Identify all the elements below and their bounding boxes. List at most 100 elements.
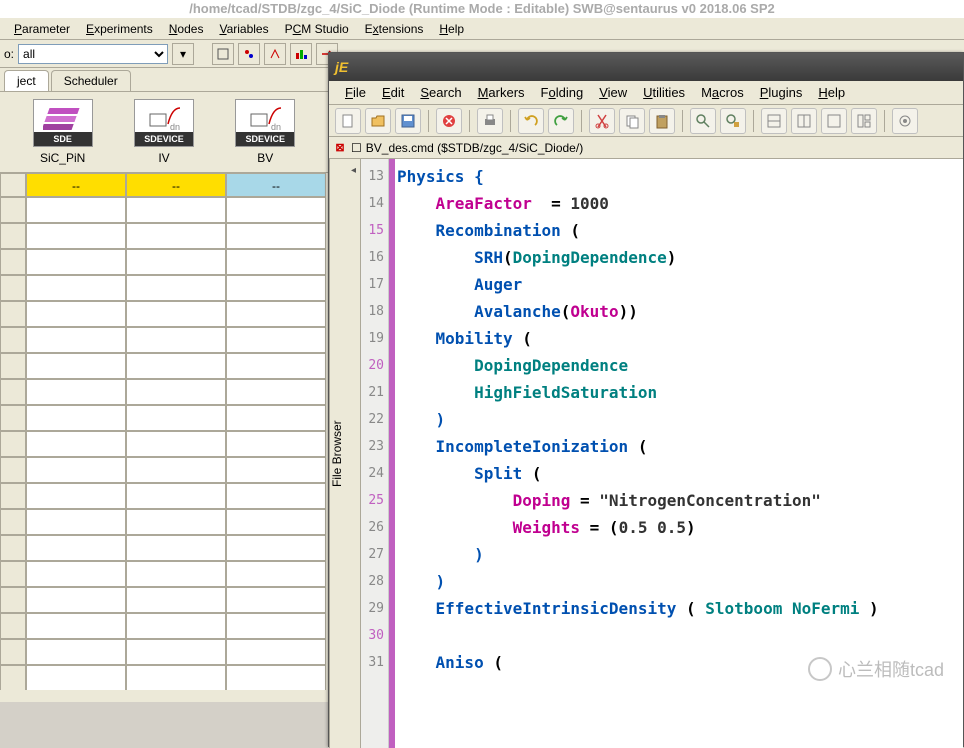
grid-cell[interactable] xyxy=(226,353,326,379)
table-row[interactable] xyxy=(0,223,328,249)
grid-cell[interactable] xyxy=(26,561,126,587)
grid-cell[interactable] xyxy=(0,587,26,613)
code-line[interactable]: Auger xyxy=(397,271,963,298)
grid-cell[interactable] xyxy=(26,327,126,353)
grid-cell[interactable] xyxy=(126,483,226,509)
code-line[interactable] xyxy=(397,622,963,649)
table-row[interactable] xyxy=(0,483,328,509)
undo-icon[interactable] xyxy=(518,108,544,134)
toolbar-btn-3[interactable] xyxy=(264,43,286,65)
grid-cell[interactable] xyxy=(226,535,326,561)
table-row[interactable] xyxy=(0,197,328,223)
grid-header-cell[interactable]: -- xyxy=(26,173,126,197)
grid-cell[interactable] xyxy=(0,301,26,327)
table-row[interactable] xyxy=(0,561,328,587)
grid-cell[interactable] xyxy=(226,613,326,639)
grid-cell[interactable] xyxy=(226,327,326,353)
toolbar-btn-1[interactable] xyxy=(212,43,234,65)
grid-cell[interactable] xyxy=(0,405,26,431)
grid-cell[interactable] xyxy=(26,275,126,301)
grid-cell[interactable] xyxy=(0,431,26,457)
editor-titlebar[interactable]: jE xyxy=(329,53,963,81)
code-line[interactable]: IncompleteIonization ( xyxy=(397,433,963,460)
grid-cell[interactable] xyxy=(226,223,326,249)
table-row[interactable] xyxy=(0,587,328,613)
grid-header-cell[interactable]: -- xyxy=(226,173,326,197)
grid-cell[interactable] xyxy=(226,483,326,509)
code-line[interactable]: Physics { xyxy=(397,163,963,190)
new-file-icon[interactable] xyxy=(335,108,361,134)
table-row[interactable] xyxy=(0,275,328,301)
file-browser-tab[interactable]: File Browser xyxy=(329,159,347,748)
menu-extensions[interactable]: Extensions xyxy=(357,20,432,37)
code-line[interactable]: Doping = "NitrogenConcentration" xyxy=(397,487,963,514)
editor-menu-edit[interactable]: Edit xyxy=(374,82,412,103)
grid-cell[interactable] xyxy=(26,613,126,639)
grid-cell[interactable] xyxy=(126,301,226,327)
close-file-icon[interactable]: ⊠ xyxy=(333,141,347,155)
file-name[interactable]: BV_des.cmd ($STDB/zgc_4/SiC_Diode/) xyxy=(366,141,583,155)
table-row[interactable] xyxy=(0,639,328,665)
code-line[interactable]: AreaFactor = 1000 xyxy=(397,190,963,217)
code-line[interactable]: Weights = (0.5 0.5) xyxy=(397,514,963,541)
table-row[interactable] xyxy=(0,535,328,561)
tab-scheduler[interactable]: Scheduler xyxy=(51,70,131,91)
menu-help[interactable]: Help xyxy=(431,20,472,37)
split-h-icon[interactable] xyxy=(761,108,787,134)
code-line[interactable]: DopingDependence xyxy=(397,352,963,379)
menu-variables[interactable]: Variables xyxy=(211,20,276,37)
collapse-arrow-icon[interactable]: ◂ xyxy=(347,159,361,748)
dropdown-button[interactable]: ▾ xyxy=(172,43,194,65)
table-row[interactable] xyxy=(0,457,328,483)
grid-cell[interactable] xyxy=(0,223,26,249)
grid-cell[interactable] xyxy=(126,561,226,587)
grid-cell[interactable] xyxy=(0,639,26,665)
grid-cell[interactable] xyxy=(226,457,326,483)
toolbar-btn-4[interactable] xyxy=(290,43,312,65)
grid-cell[interactable] xyxy=(126,457,226,483)
grid-cell[interactable] xyxy=(26,431,126,457)
grid-cell[interactable] xyxy=(0,327,26,353)
grid-cell[interactable] xyxy=(0,665,26,690)
grid-cell[interactable] xyxy=(26,457,126,483)
code-line[interactable]: Split ( xyxy=(397,460,963,487)
grid-cell[interactable] xyxy=(26,197,126,223)
grid-cell[interactable] xyxy=(126,249,226,275)
grid-cell[interactable] xyxy=(26,249,126,275)
menu-experiments[interactable]: Experiments xyxy=(78,20,161,37)
grid-cell[interactable] xyxy=(0,197,26,223)
grid-header-cell[interactable] xyxy=(0,173,26,197)
code-line[interactable]: EffectiveIntrinsicDensity ( Slotboom NoF… xyxy=(397,595,963,622)
grid-cell[interactable] xyxy=(126,639,226,665)
grid-cell[interactable] xyxy=(226,249,326,275)
grid-cell[interactable] xyxy=(226,275,326,301)
close-icon[interactable] xyxy=(436,108,462,134)
editor-menu-plugins[interactable]: Plugins xyxy=(752,82,811,103)
table-row[interactable] xyxy=(0,249,328,275)
grid-cell[interactable] xyxy=(126,431,226,457)
split-v-icon[interactable] xyxy=(791,108,817,134)
table-row[interactable] xyxy=(0,379,328,405)
grid-cell[interactable] xyxy=(26,665,126,690)
editor-menu-markers[interactable]: Markers xyxy=(470,82,533,103)
table-row[interactable] xyxy=(0,301,328,327)
editor-menu-file[interactable]: File xyxy=(337,82,374,103)
editor-menu-view[interactable]: View xyxy=(591,82,635,103)
grid-cell[interactable] xyxy=(0,535,26,561)
open-file-icon[interactable] xyxy=(365,108,391,134)
toolbar-btn-2[interactable] xyxy=(238,43,260,65)
grid-cell[interactable] xyxy=(226,431,326,457)
table-row[interactable] xyxy=(0,405,328,431)
redo-icon[interactable] xyxy=(548,108,574,134)
find-replace-icon[interactable] xyxy=(720,108,746,134)
print-icon[interactable] xyxy=(477,108,503,134)
grid-cell[interactable] xyxy=(226,639,326,665)
editor-menu-search[interactable]: Search xyxy=(412,82,469,103)
grid-cell[interactable] xyxy=(126,223,226,249)
grid-cell[interactable] xyxy=(26,353,126,379)
grid-cell[interactable] xyxy=(26,509,126,535)
grid-cell[interactable] xyxy=(126,509,226,535)
grid-cell[interactable] xyxy=(26,405,126,431)
grid-cell[interactable] xyxy=(26,379,126,405)
grid-cell[interactable] xyxy=(0,275,26,301)
